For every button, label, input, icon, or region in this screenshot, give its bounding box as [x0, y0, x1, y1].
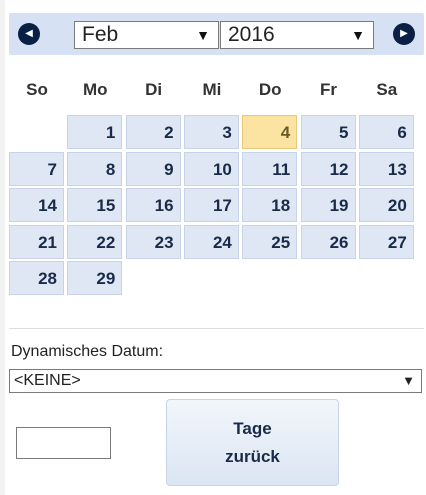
- year-select-value: 2016: [228, 23, 275, 46]
- month-select[interactable]: Feb ▼: [74, 21, 219, 49]
- day-cell[interactable]: 6: [358, 115, 414, 149]
- day-cell[interactable]: 16: [125, 188, 181, 222]
- dynamic-date-select-value: <KEINE>: [14, 372, 81, 389]
- day-cell[interactable]: 2: [125, 115, 181, 149]
- day-cell[interactable]: 22: [67, 224, 123, 259]
- day-cell[interactable]: 1: [67, 115, 123, 149]
- day-cell[interactable]: 8: [67, 151, 123, 186]
- dropdown-arrow-icon: ▼: [351, 27, 365, 43]
- divider: [9, 328, 424, 329]
- day-cell[interactable]: 11: [242, 151, 298, 186]
- weekday-label: Di: [145, 80, 163, 99]
- left-panel-edge: [0, 0, 5, 495]
- day-cell[interactable]: 25: [242, 224, 298, 259]
- dropdown-arrow-icon: ▼: [196, 27, 210, 43]
- dynamic-date-label: Dynamisches Datum:: [11, 343, 164, 360]
- day-cell[interactable]: 19: [300, 188, 356, 222]
- weekday-label: Mi: [202, 80, 222, 99]
- day-cell[interactable]: 24: [183, 224, 239, 259]
- day-cell[interactable]: 18: [242, 188, 298, 222]
- day-cell[interactable]: 10: [183, 151, 239, 186]
- day-cell[interactable]: 15: [67, 188, 123, 222]
- calendar-header: ◀ Feb ▼ 2016 ▼ ▶: [9, 13, 424, 55]
- weekday-label: Fr: [320, 80, 337, 99]
- day-cell[interactable]: 3: [183, 115, 239, 149]
- day-cell-today[interactable]: 4: [242, 115, 298, 149]
- day-cell[interactable]: 12: [300, 151, 356, 186]
- day-cell[interactable]: 23: [125, 224, 181, 259]
- year-select[interactable]: 2016 ▼: [220, 21, 374, 49]
- day-cell[interactable]: 21: [9, 224, 64, 259]
- prev-month-icon[interactable]: ◀: [18, 23, 40, 45]
- weekday-label: Mo: [83, 80, 108, 99]
- days-back-input[interactable]: [16, 427, 111, 459]
- dropdown-arrow-icon: ▼: [402, 373, 415, 388]
- day-cell[interactable]: 14: [9, 188, 64, 222]
- days-back-button[interactable]: Tage zurück: [166, 399, 339, 486]
- day-cell[interactable]: 28: [9, 261, 64, 295]
- day-cell[interactable]: 17: [183, 188, 239, 222]
- weekday-label: Do: [258, 80, 282, 99]
- date-picker: ◀ Feb ▼ 2016 ▼ ▶ So Mo Di Mi Do Fr Sa 12345678…: [9, 8, 424, 486]
- day-cell[interactable]: 29: [67, 261, 123, 295]
- day-cell[interactable]: 27: [358, 224, 414, 259]
- day-cell[interactable]: 5: [300, 115, 356, 149]
- month-select-value: Feb: [82, 23, 119, 46]
- day-cell[interactable]: 20: [358, 188, 414, 222]
- days-back-button-label-line1: Tage: [233, 418, 272, 438]
- next-month-icon[interactable]: ▶: [393, 23, 415, 45]
- day-cell[interactable]: 26: [300, 224, 356, 259]
- dynamic-date-select[interactable]: <KEINE> ▼: [9, 369, 422, 393]
- days-back-button-label-line2: zurück: [225, 446, 280, 466]
- day-cell[interactable]: 13: [358, 151, 414, 186]
- day-cell[interactable]: 7: [9, 151, 64, 186]
- day-cell[interactable]: 9: [125, 151, 181, 186]
- weekday-label: Sa: [376, 80, 398, 99]
- weekday-label: So: [26, 80, 48, 99]
